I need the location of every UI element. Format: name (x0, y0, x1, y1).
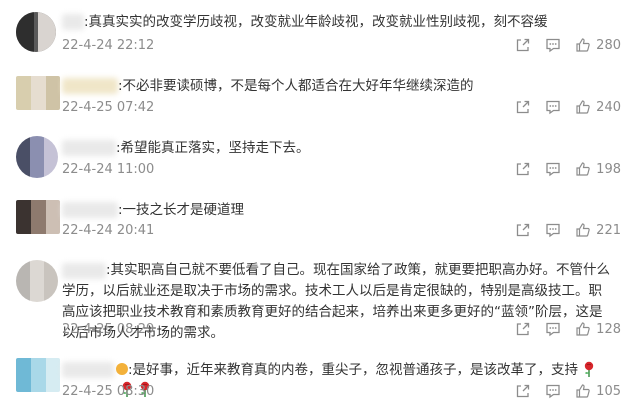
avatar[interactable] (16, 76, 60, 110)
share-button[interactable] (515, 222, 531, 238)
like-button[interactable]: 105 (575, 383, 621, 399)
share-icon (515, 321, 531, 337)
username-redacted (62, 14, 84, 30)
like-icon (575, 383, 591, 399)
comment-text: :一技之长才是硬道理 (118, 202, 245, 218)
comment-actions: 105 (501, 383, 621, 399)
comment-text: :不必非要读硕博，不是每个人都适合在大好年华继续深造的 (118, 78, 474, 94)
comment-time: 22-4-24 11:00 (62, 162, 155, 177)
like-count: 198 (596, 161, 621, 177)
comment-item: :是好事，近年来教育真的内卷，重尖子，忽视普通孩子，是该改革了，支持 22-4-… (0, 348, 631, 410)
comment-icon (545, 99, 561, 115)
comment-time: 22-4-24 22:12 (62, 38, 155, 53)
like-count: 221 (596, 222, 621, 238)
comment-button[interactable] (545, 321, 561, 337)
comment-text: :希望能真正落实，坚持走下去。 (116, 140, 310, 156)
comment-button[interactable] (545, 383, 561, 399)
like-button[interactable]: 198 (575, 161, 621, 177)
comment-actions: 240 (501, 99, 621, 115)
comment-actions: 198 (501, 161, 621, 177)
comment-actions: 280 (501, 37, 621, 53)
comment-item: :希望能真正落实，坚持走下去。 22-4-24 11:00 198 (0, 128, 631, 190)
share-icon (515, 222, 531, 238)
comment-item: :不必非要读硕博，不是每个人都适合在大好年华继续深造的 22-4-25 07:4… (0, 66, 631, 128)
username-redacted (62, 140, 116, 156)
avatar[interactable] (16, 136, 58, 178)
comment-text: :真真实实的改变学历歧视，改变就业年龄歧视，改变就业性别歧视，刻不容缓 (84, 14, 548, 30)
share-button[interactable] (515, 99, 531, 115)
comment-time: 22-4-24 20:41 (62, 223, 155, 238)
comment-item: :一技之长才是硬道理 22-4-24 20:41 221 (0, 190, 631, 252)
comment-button[interactable] (545, 161, 561, 177)
comment-icon (545, 383, 561, 399)
username-redacted (62, 362, 114, 378)
avatar[interactable] (16, 358, 60, 392)
username-redacted (62, 202, 118, 218)
like-button[interactable]: 221 (575, 222, 621, 238)
share-button[interactable] (515, 161, 531, 177)
like-icon (575, 99, 591, 115)
like-button[interactable]: 128 (575, 321, 621, 337)
avatar[interactable] (16, 12, 56, 52)
comment-text: :是好事，近年来教育真的内卷，重尖子，忽视普通孩子，是该改革了，支持 (128, 362, 579, 378)
comment-icon (545, 321, 561, 337)
comment-button[interactable] (545, 222, 561, 238)
comment-icon (545, 222, 561, 238)
like-icon (575, 161, 591, 177)
comment-time: 22-4-25 08:30 (62, 384, 155, 399)
share-icon (515, 99, 531, 115)
comment-button[interactable] (545, 37, 561, 53)
like-count: 128 (596, 321, 621, 337)
comment-icon (545, 37, 561, 53)
comment-item: :真真实实的改变学历歧视，改变就业年龄歧视，改变就业性别歧视，刻不容缓 22-4… (0, 0, 631, 66)
share-button[interactable] (515, 383, 531, 399)
comment-item: :其实职高自己就不要低看了自己。现在国家给了政策，就更要把职高办好。不管什么学历… (0, 252, 631, 348)
comment-actions: 221 (501, 222, 621, 238)
like-icon (575, 37, 591, 53)
share-button[interactable] (515, 37, 531, 53)
comment-icon (545, 161, 561, 177)
comment-actions: 128 (501, 321, 621, 337)
comment-button[interactable] (545, 99, 561, 115)
avatar[interactable] (16, 200, 60, 234)
like-icon (575, 222, 591, 238)
rose-emoji-icon (582, 361, 596, 377)
username-redacted (62, 78, 118, 94)
like-button[interactable]: 280 (575, 37, 621, 53)
like-count: 240 (596, 99, 621, 115)
share-icon (515, 383, 531, 399)
comment-time: 22-4-25 07:42 (62, 100, 155, 115)
avatar[interactable] (16, 260, 58, 302)
like-count: 280 (596, 37, 621, 53)
share-button[interactable] (515, 321, 531, 337)
comment-time: 22-4-25 08:29 (62, 322, 155, 337)
grin-emoji-icon (116, 363, 128, 375)
share-icon (515, 37, 531, 53)
share-icon (515, 161, 531, 177)
like-button[interactable]: 240 (575, 99, 621, 115)
like-icon (575, 321, 591, 337)
like-count: 105 (596, 383, 621, 399)
